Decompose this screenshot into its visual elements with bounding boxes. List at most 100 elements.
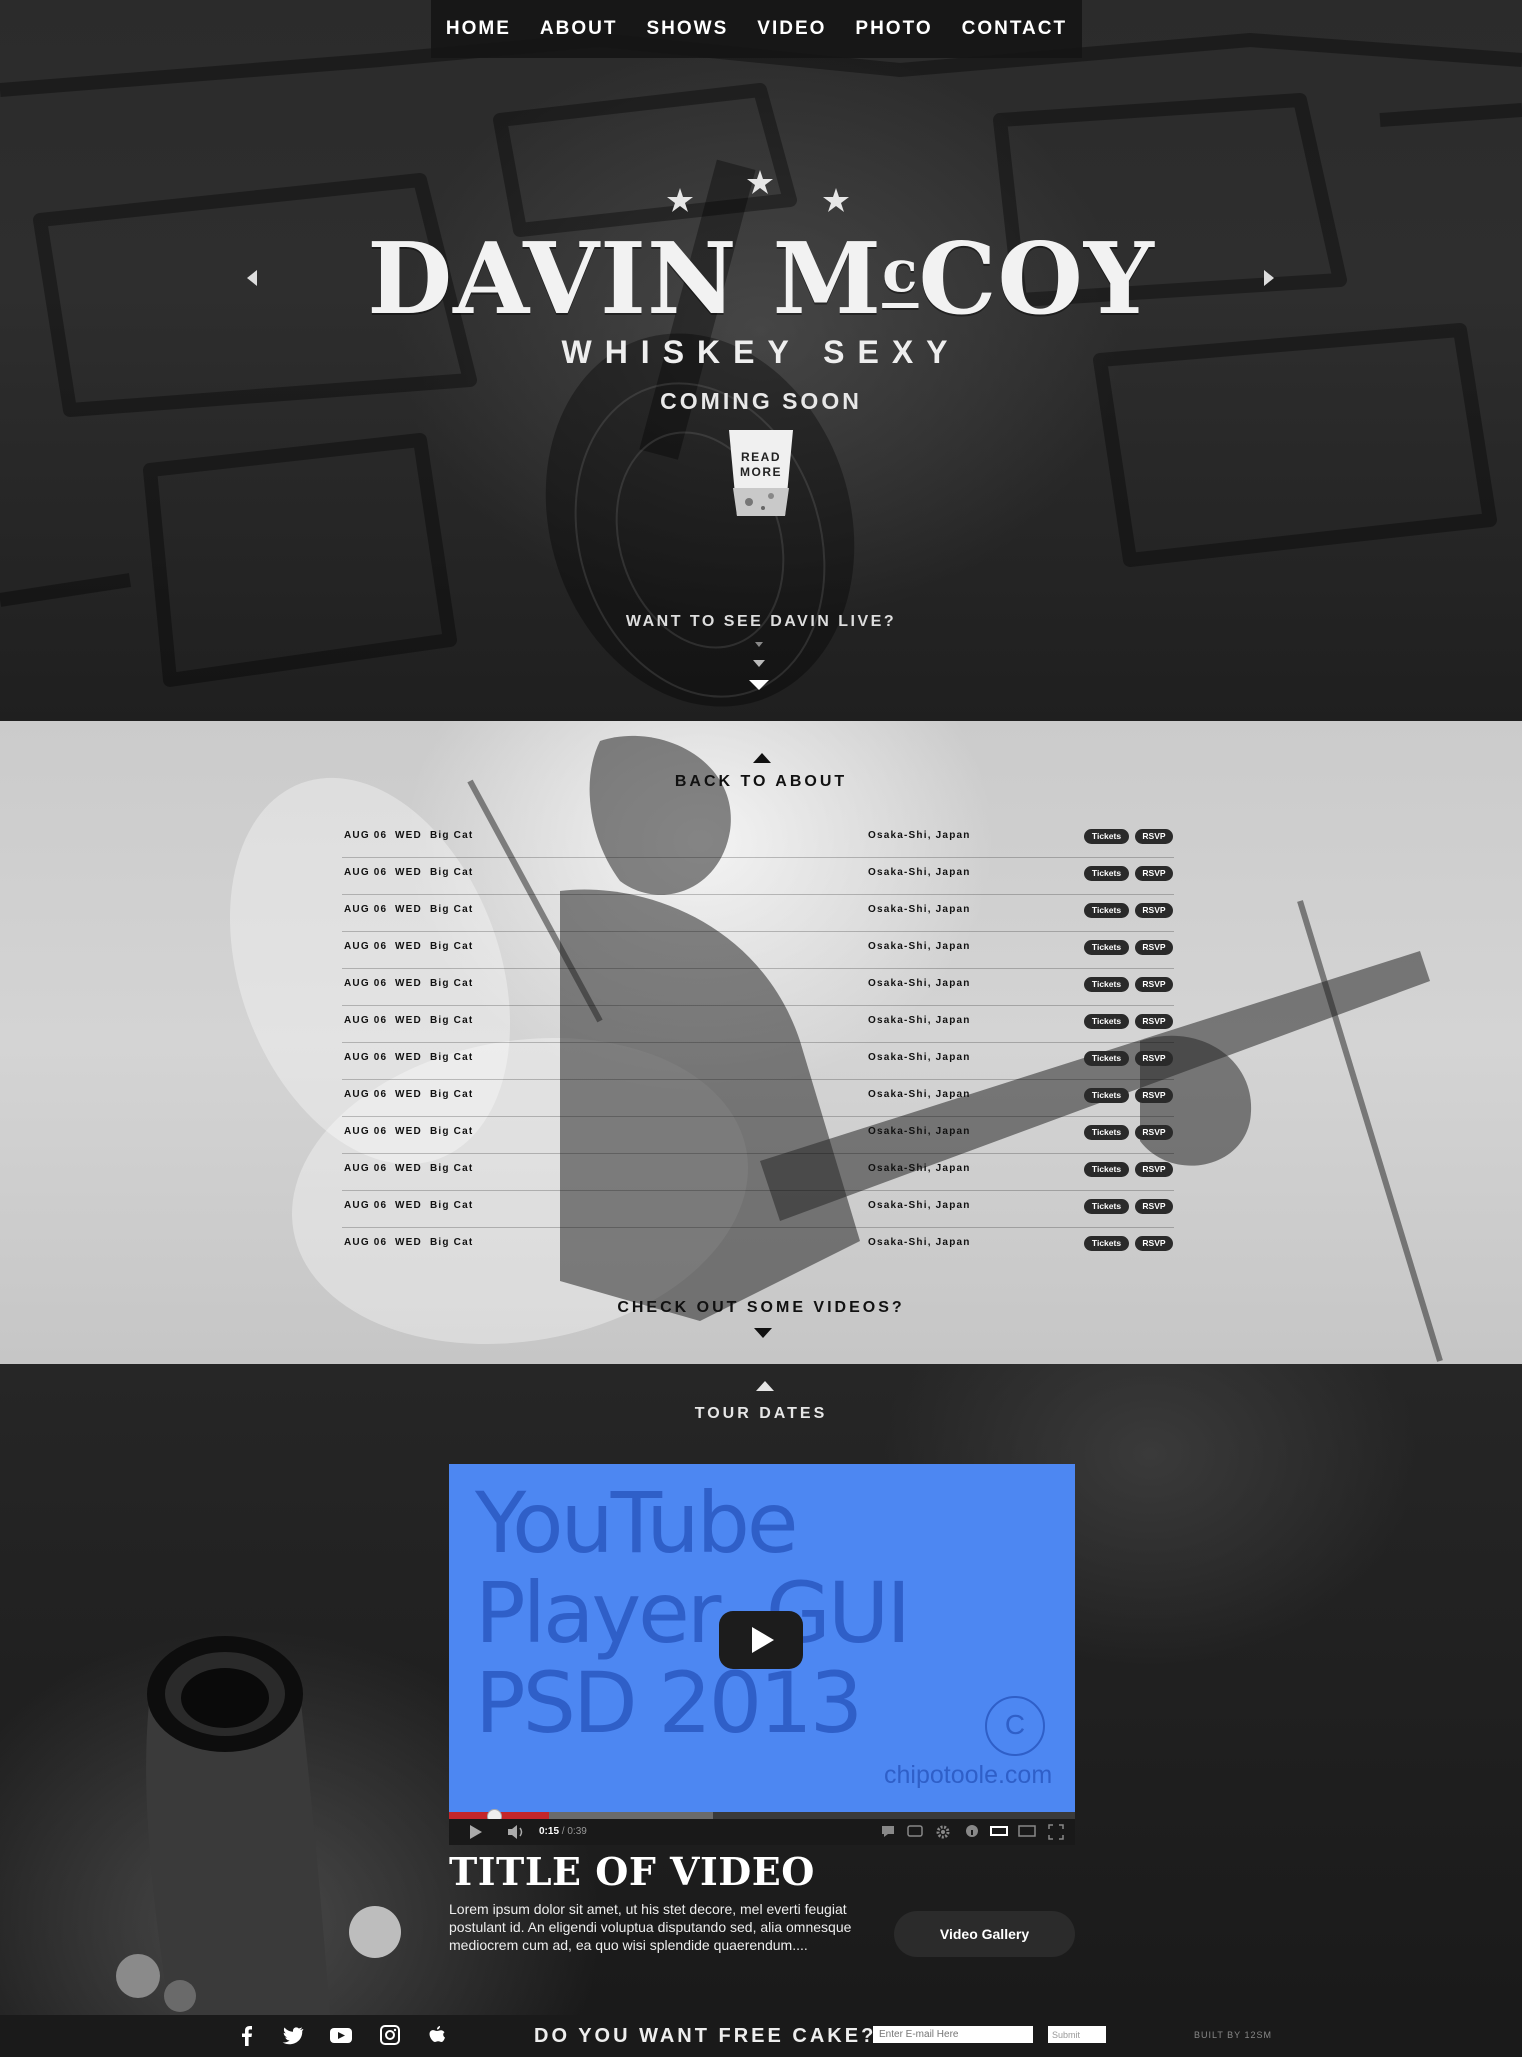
tickets-button[interactable]: Tickets <box>1084 866 1129 881</box>
down-arrow-icon[interactable] <box>754 1328 772 1338</box>
rsvp-button[interactable]: RSVP <box>1135 1199 1173 1214</box>
show-day: WED <box>395 867 422 878</box>
back-up-arrow-icon[interactable] <box>756 1381 774 1391</box>
tickets-button[interactable]: Tickets <box>1084 940 1129 955</box>
show-venue: Big Cat <box>430 830 474 841</box>
hero-section: HOME ABOUT SHOWS VIDEO PHOTO CONTACT DAV… <box>0 0 1522 721</box>
player-controls: 0:15 / 0:39 <box>449 1819 1075 1845</box>
play-icon[interactable] <box>469 1824 483 1840</box>
rsvp-button[interactable]: RSVP <box>1135 1014 1173 1029</box>
settings-gear-icon[interactable] <box>935 1824 951 1840</box>
rsvp-button[interactable]: RSVP <box>1135 1088 1173 1103</box>
artist-name: DAVIN McCOY <box>0 222 1522 337</box>
footer: DO YOU WANT FREE CAKE? Submit BUILT BY 1… <box>0 2015 1522 2057</box>
back-to-about-link[interactable]: BACK TO ABOUT <box>0 773 1522 791</box>
large-player-icon[interactable] <box>1018 1824 1036 1838</box>
show-day: WED <box>395 1163 422 1174</box>
rsvp-button[interactable]: RSVP <box>1135 940 1173 955</box>
tickets-button[interactable]: Tickets <box>1084 1051 1129 1066</box>
nav-video[interactable]: VIDEO <box>757 18 826 40</box>
tickets-button[interactable]: Tickets <box>1084 1236 1129 1251</box>
rsvp-button[interactable]: RSVP <box>1135 1162 1173 1177</box>
show-city: Osaka-Shi, Japan <box>868 1089 971 1100</box>
tickets-button[interactable]: Tickets <box>1084 1162 1129 1177</box>
volume-icon[interactable] <box>507 1824 525 1840</box>
nav-photo[interactable]: PHOTO <box>855 18 932 40</box>
see-live-link[interactable]: WANT TO SEE DAVIN LIVE? <box>0 613 1522 631</box>
show-venue: Big Cat <box>430 867 474 878</box>
read-more-button[interactable]: READ MORE <box>727 428 795 520</box>
annotations-icon[interactable] <box>881 1824 895 1838</box>
tickets-button[interactable]: Tickets <box>1084 829 1129 844</box>
time-total: / 0:39 <box>561 1826 587 1837</box>
rsvp-button[interactable]: RSVP <box>1135 1236 1173 1251</box>
info-icon[interactable] <box>965 1824 979 1838</box>
progress-bar[interactable] <box>449 1809 1075 1824</box>
table-row: AUG 06 WED Big Cat Osaka-Shi, Japan Tickets R… <box>342 821 1174 858</box>
tagline: WHISKEY SEXY <box>561 334 961 370</box>
twitter-icon[interactable] <box>282 2025 304 2045</box>
rsvp-button[interactable]: RSVP <box>1135 866 1173 881</box>
rsvp-button[interactable]: RSVP <box>1135 1051 1173 1066</box>
table-row: AUG 06 WED Big Cat Osaka-Shi, Japan Tickets R… <box>342 1117 1174 1154</box>
rsvp-button[interactable]: RSVP <box>1135 829 1173 844</box>
video-gallery-button[interactable]: Video Gallery <box>894 1911 1075 1957</box>
tickets-button[interactable]: Tickets <box>1084 903 1129 918</box>
show-date: AUG 06 <box>344 941 388 952</box>
check-videos-link[interactable]: CHECK OUT SOME VIDEOS? <box>0 1299 1522 1317</box>
rsvp-button[interactable]: RSVP <box>1135 1125 1173 1140</box>
tickets-button[interactable]: Tickets <box>1084 1014 1129 1029</box>
table-row: AUG 06 WED Big Cat Osaka-Shi, Japan Tickets R… <box>342 895 1174 932</box>
nav-contact[interactable]: CONTACT <box>962 18 1067 40</box>
instagram-icon[interactable] <box>380 2025 400 2045</box>
thumbnail-line1: YouTube <box>475 1474 799 1572</box>
show-city: Osaka-Shi, Japan <box>868 1126 971 1137</box>
show-day: WED <box>395 1089 422 1100</box>
submit-button[interactable]: Submit <box>1048 2026 1106 2043</box>
show-venue: Big Cat <box>430 1126 474 1137</box>
stars-icon <box>667 170 849 212</box>
nav-shows[interactable]: SHOWS <box>646 18 728 40</box>
rsvp-button[interactable]: RSVP <box>1135 903 1173 918</box>
thumbnail-line2: Player GUI <box>475 1564 911 1662</box>
show-day: WED <box>395 1052 422 1063</box>
show-day: WED <box>395 1126 422 1137</box>
small-player-icon[interactable] <box>990 1824 1008 1838</box>
captions-icon[interactable] <box>907 1824 923 1838</box>
video-thumbnail[interactable]: YouTube Player GUI PSD 2013 C chipotoole… <box>449 1464 1075 1812</box>
tour-dates-link[interactable]: TOUR DATES <box>0 1405 1522 1423</box>
video-title: TITLE OF VIDEO <box>449 1849 815 1894</box>
show-venue: Big Cat <box>430 978 474 989</box>
read-more-label: READ MORE <box>727 450 795 480</box>
artist-name-small: c <box>882 237 919 305</box>
apple-icon[interactable] <box>428 2025 446 2047</box>
read-more-line1: READ <box>740 450 781 464</box>
back-up-arrow-icon[interactable] <box>753 753 771 763</box>
show-venue: Big Cat <box>430 1200 474 1211</box>
show-venue: Big Cat <box>430 1237 474 1248</box>
coming-soon-text: COMING SOON <box>660 388 862 414</box>
tickets-button[interactable]: Tickets <box>1084 977 1129 992</box>
play-button[interactable] <box>719 1611 803 1669</box>
show-city: Osaka-Shi, Japan <box>868 1015 971 1026</box>
nav-home[interactable]: HOME <box>446 18 511 40</box>
built-by-credit[interactable]: BUILT BY 12SM <box>1194 2030 1272 2040</box>
nav-about[interactable]: ABOUT <box>540 18 618 40</box>
email-field[interactable] <box>873 2026 1033 2043</box>
fullscreen-icon[interactable] <box>1048 1824 1064 1840</box>
show-date: AUG 06 <box>344 1015 388 1026</box>
show-date: AUG 06 <box>344 1089 388 1100</box>
show-date: AUG 06 <box>344 904 388 915</box>
tickets-button[interactable]: Tickets <box>1084 1125 1129 1140</box>
youtube-icon[interactable] <box>329 2025 353 2045</box>
show-day: WED <box>395 941 422 952</box>
scroll-down-icon[interactable] <box>748 640 770 696</box>
tickets-button[interactable]: Tickets <box>1084 1199 1129 1214</box>
thumbnail-text: YouTube Player GUI PSD 2013 <box>475 1474 911 1748</box>
rsvp-button[interactable]: RSVP <box>1135 977 1173 992</box>
thumbnail-credit: chipotoole.com <box>884 1761 1053 1789</box>
table-row: AUG 06 WED Big Cat Osaka-Shi, Japan Tickets R… <box>342 1006 1174 1043</box>
tickets-button[interactable]: Tickets <box>1084 1088 1129 1103</box>
table-row: AUG 06 WED Big Cat Osaka-Shi, Japan Tickets R… <box>342 1228 1174 1264</box>
facebook-icon[interactable] <box>240 2025 254 2047</box>
